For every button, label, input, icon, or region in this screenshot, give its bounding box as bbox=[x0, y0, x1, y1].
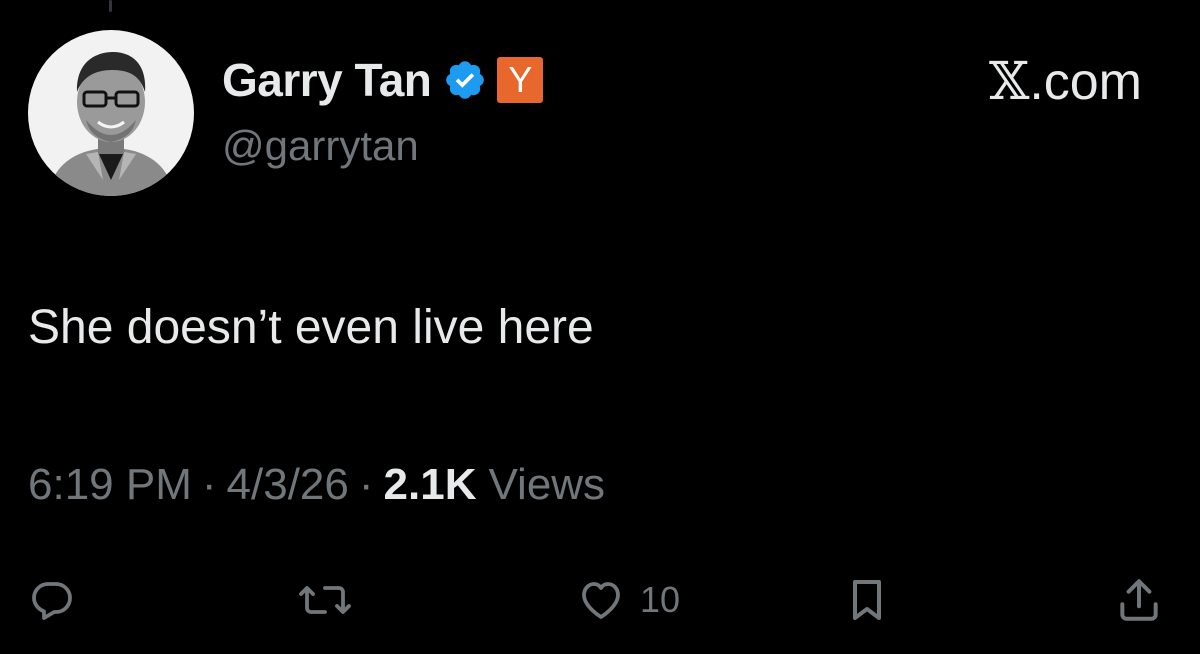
author-display-name[interactable]: Garry Tan bbox=[222, 53, 432, 107]
avatar-photo bbox=[28, 30, 194, 196]
watermark: 𝕏 .com bbox=[989, 52, 1142, 112]
like-button[interactable]: 10 bbox=[576, 572, 680, 628]
tweet-actions-bar: 10 bbox=[0, 572, 1200, 628]
verified-badge-icon[interactable] bbox=[443, 58, 487, 102]
thread-connector-line bbox=[109, 0, 112, 12]
reply-icon bbox=[32, 582, 72, 620]
author-handle[interactable]: @garrytan bbox=[222, 122, 419, 170]
tweet-meta: 6:19 PM · 4/3/26 · 2.1K Views bbox=[28, 460, 605, 510]
share-button[interactable] bbox=[1114, 572, 1164, 628]
meta-separator: · bbox=[201, 460, 217, 509]
retweet-icon bbox=[299, 586, 351, 614]
bookmark-icon bbox=[853, 580, 881, 620]
share-icon bbox=[1120, 579, 1158, 621]
retweet-button[interactable] bbox=[296, 572, 354, 628]
tweet-text: She doesn’t even live here bbox=[28, 301, 594, 354]
tweet-date[interactable]: 4/3/26 bbox=[227, 460, 349, 510]
like-icon bbox=[582, 582, 620, 619]
affiliate-badge-icon[interactable]: Y bbox=[497, 57, 544, 103]
avatar[interactable] bbox=[28, 30, 194, 196]
meta-separator: · bbox=[358, 460, 374, 509]
views-label: Views bbox=[488, 460, 606, 509]
bookmark-button[interactable] bbox=[846, 572, 888, 628]
like-count: 10 bbox=[640, 579, 681, 620]
x-logo-icon: 𝕏 bbox=[988, 52, 1030, 112]
views-count: 2.1K bbox=[383, 460, 477, 509]
watermark-domain: .com bbox=[1029, 53, 1142, 111]
author-name-row: Garry Tan Y bbox=[222, 52, 544, 108]
tweet-time[interactable]: 6:19 PM bbox=[28, 460, 192, 510]
reply-button[interactable] bbox=[28, 572, 76, 628]
